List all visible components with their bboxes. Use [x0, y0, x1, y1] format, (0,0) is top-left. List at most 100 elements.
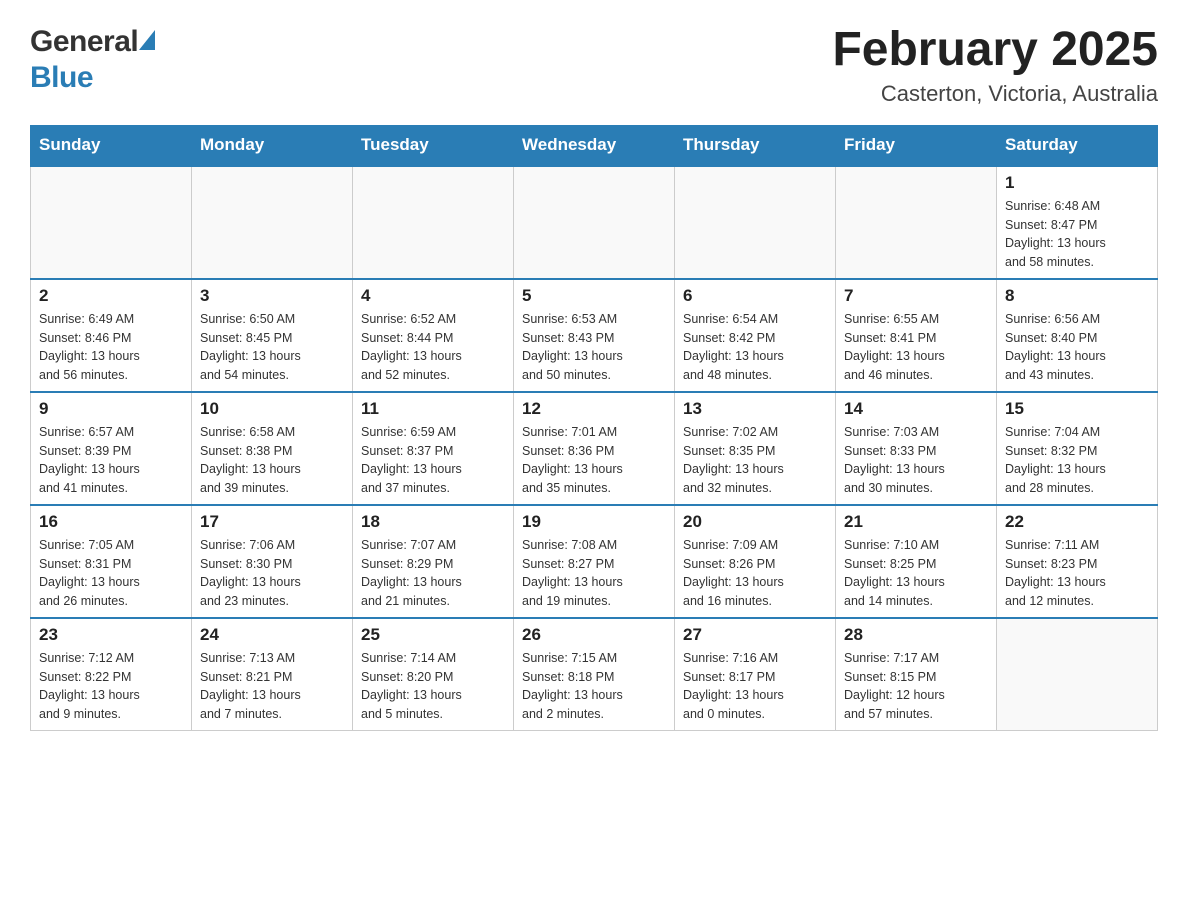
day-info: Sunrise: 7:14 AM Sunset: 8:20 PM Dayligh… [361, 649, 505, 724]
day-info: Sunrise: 7:13 AM Sunset: 8:21 PM Dayligh… [200, 649, 344, 724]
day-info: Sunrise: 6:59 AM Sunset: 8:37 PM Dayligh… [361, 423, 505, 498]
calendar-week-1: 1 Sunrise: 6:48 AM Sunset: 8:47 PM Daylig… [31, 166, 1158, 279]
calendar-cell [997, 618, 1158, 731]
day-number: 12 [522, 399, 666, 419]
calendar-cell [675, 166, 836, 279]
weekday-header-tuesday: Tuesday [353, 125, 514, 166]
calendar-cell: 28 Sunrise: 7:17 AM Sunset: 8:15 PM Dayli… [836, 618, 997, 731]
calendar-cell: 26 Sunrise: 7:15 AM Sunset: 8:18 PM Dayli… [514, 618, 675, 731]
day-info: Sunrise: 7:05 AM Sunset: 8:31 PM Dayligh… [39, 536, 183, 611]
weekday-header-row: SundayMondayTuesdayWednesdayThursdayFrid… [31, 125, 1158, 166]
weekday-header-saturday: Saturday [997, 125, 1158, 166]
calendar-cell: 16 Sunrise: 7:05 AM Sunset: 8:31 PM Dayli… [31, 505, 192, 618]
day-number: 21 [844, 512, 988, 532]
day-number: 8 [1005, 286, 1149, 306]
logo-blue-text: Blue [30, 61, 93, 94]
day-info: Sunrise: 7:17 AM Sunset: 8:15 PM Dayligh… [844, 649, 988, 724]
day-info: Sunrise: 6:54 AM Sunset: 8:42 PM Dayligh… [683, 310, 827, 385]
calendar-week-2: 2 Sunrise: 6:49 AM Sunset: 8:46 PM Daylig… [31, 279, 1158, 392]
calendar-cell: 5 Sunrise: 6:53 AM Sunset: 8:43 PM Daylig… [514, 279, 675, 392]
day-info: Sunrise: 7:11 AM Sunset: 8:23 PM Dayligh… [1005, 536, 1149, 611]
day-info: Sunrise: 6:49 AM Sunset: 8:46 PM Dayligh… [39, 310, 183, 385]
title-block: February 2025 Casterton, Victoria, Austr… [832, 24, 1158, 107]
day-info: Sunrise: 7:02 AM Sunset: 8:35 PM Dayligh… [683, 423, 827, 498]
calendar-cell [836, 166, 997, 279]
day-number: 25 [361, 625, 505, 645]
day-number: 3 [200, 286, 344, 306]
day-number: 6 [683, 286, 827, 306]
day-number: 10 [200, 399, 344, 419]
day-number: 1 [1005, 173, 1149, 193]
day-number: 24 [200, 625, 344, 645]
calendar-cell: 6 Sunrise: 6:54 AM Sunset: 8:42 PM Daylig… [675, 279, 836, 392]
day-info: Sunrise: 6:48 AM Sunset: 8:47 PM Dayligh… [1005, 197, 1149, 272]
calendar-cell: 7 Sunrise: 6:55 AM Sunset: 8:41 PM Daylig… [836, 279, 997, 392]
day-info: Sunrise: 7:06 AM Sunset: 8:30 PM Dayligh… [200, 536, 344, 611]
calendar-cell: 3Sunrise: 6:50 AM Sunset: 8:45 PM Daylig… [192, 279, 353, 392]
day-number: 7 [844, 286, 988, 306]
day-info: Sunrise: 7:09 AM Sunset: 8:26 PM Dayligh… [683, 536, 827, 611]
day-number: 11 [361, 399, 505, 419]
weekday-header-wednesday: Wednesday [514, 125, 675, 166]
calendar-cell: 1 Sunrise: 6:48 AM Sunset: 8:47 PM Daylig… [997, 166, 1158, 279]
calendar-cell: 15 Sunrise: 7:04 AM Sunset: 8:32 PM Dayli… [997, 392, 1158, 505]
calendar-body: 1 Sunrise: 6:48 AM Sunset: 8:47 PM Daylig… [31, 166, 1158, 731]
day-info: Sunrise: 7:04 AM Sunset: 8:32 PM Dayligh… [1005, 423, 1149, 498]
weekday-header-friday: Friday [836, 125, 997, 166]
calendar-cell: 12 Sunrise: 7:01 AM Sunset: 8:36 PM Dayli… [514, 392, 675, 505]
day-info: Sunrise: 7:16 AM Sunset: 8:17 PM Dayligh… [683, 649, 827, 724]
calendar-table: SundayMondayTuesdayWednesdayThursdayFrid… [30, 125, 1158, 731]
calendar-cell: 17Sunrise: 7:06 AM Sunset: 8:30 PM Dayli… [192, 505, 353, 618]
logo: General Blue [30, 24, 155, 96]
day-number: 5 [522, 286, 666, 306]
calendar-cell: 2 Sunrise: 6:49 AM Sunset: 8:46 PM Daylig… [31, 279, 192, 392]
location-subtitle: Casterton, Victoria, Australia [832, 81, 1158, 107]
day-number: 20 [683, 512, 827, 532]
day-info: Sunrise: 6:55 AM Sunset: 8:41 PM Dayligh… [844, 310, 988, 385]
calendar-cell [192, 166, 353, 279]
calendar-cell: 24 Sunrise: 7:13 AM Sunset: 8:21 PM Dayli… [192, 618, 353, 731]
day-number: 14 [844, 399, 988, 419]
day-number: 27 [683, 625, 827, 645]
calendar-cell: 14 Sunrise: 7:03 AM Sunset: 8:33 PM Dayli… [836, 392, 997, 505]
day-number: 4 [361, 286, 505, 306]
calendar-cell [514, 166, 675, 279]
calendar-cell: 11 Sunrise: 6:59 AM Sunset: 8:37 PM Dayli… [353, 392, 514, 505]
calendar-cell: 27 Sunrise: 7:16 AM Sunset: 8:17 PM Dayli… [675, 618, 836, 731]
month-title: February 2025 [832, 24, 1158, 77]
calendar-cell: 8 Sunrise: 6:56 AM Sunset: 8:40 PM Daylig… [997, 279, 1158, 392]
day-info: Sunrise: 7:12 AM Sunset: 8:22 PM Dayligh… [39, 649, 183, 724]
day-info: Sunrise: 7:07 AM Sunset: 8:29 PM Dayligh… [361, 536, 505, 611]
page-header: General Blue February 2025 Casterton, Vi… [30, 24, 1158, 107]
day-number: 16 [39, 512, 183, 532]
calendar-header: SundayMondayTuesdayWednesdayThursdayFrid… [31, 125, 1158, 166]
day-number: 15 [1005, 399, 1149, 419]
calendar-cell: 22 Sunrise: 7:11 AM Sunset: 8:23 PM Dayli… [997, 505, 1158, 618]
day-number: 22 [1005, 512, 1149, 532]
weekday-header-sunday: Sunday [31, 125, 192, 166]
calendar-cell [31, 166, 192, 279]
day-number: 18 [361, 512, 505, 532]
weekday-header-thursday: Thursday [675, 125, 836, 166]
day-info: Sunrise: 7:03 AM Sunset: 8:33 PM Dayligh… [844, 423, 988, 498]
day-info: Sunrise: 7:15 AM Sunset: 8:18 PM Dayligh… [522, 649, 666, 724]
day-info: Sunrise: 6:52 AM Sunset: 8:44 PM Dayligh… [361, 310, 505, 385]
calendar-week-4: 16 Sunrise: 7:05 AM Sunset: 8:31 PM Dayli… [31, 505, 1158, 618]
calendar-cell [353, 166, 514, 279]
calendar-cell: 21Sunrise: 7:10 AM Sunset: 8:25 PM Dayli… [836, 505, 997, 618]
calendar-cell: 18 Sunrise: 7:07 AM Sunset: 8:29 PM Dayli… [353, 505, 514, 618]
day-number: 26 [522, 625, 666, 645]
day-number: 2 [39, 286, 183, 306]
day-info: Sunrise: 6:56 AM Sunset: 8:40 PM Dayligh… [1005, 310, 1149, 385]
day-info: Sunrise: 6:57 AM Sunset: 8:39 PM Dayligh… [39, 423, 183, 498]
day-info: Sunrise: 7:08 AM Sunset: 8:27 PM Dayligh… [522, 536, 666, 611]
day-number: 9 [39, 399, 183, 419]
day-info: Sunrise: 6:53 AM Sunset: 8:43 PM Dayligh… [522, 310, 666, 385]
logo-triangle-icon [139, 30, 155, 50]
calendar-cell: 20 Sunrise: 7:09 AM Sunset: 8:26 PM Dayli… [675, 505, 836, 618]
day-info: Sunrise: 7:01 AM Sunset: 8:36 PM Dayligh… [522, 423, 666, 498]
day-number: 28 [844, 625, 988, 645]
calendar-week-3: 9 Sunrise: 6:57 AM Sunset: 8:39 PM Daylig… [31, 392, 1158, 505]
calendar-cell: 13Sunrise: 7:02 AM Sunset: 8:35 PM Dayli… [675, 392, 836, 505]
calendar-cell: 19Sunrise: 7:08 AM Sunset: 8:27 PM Dayli… [514, 505, 675, 618]
